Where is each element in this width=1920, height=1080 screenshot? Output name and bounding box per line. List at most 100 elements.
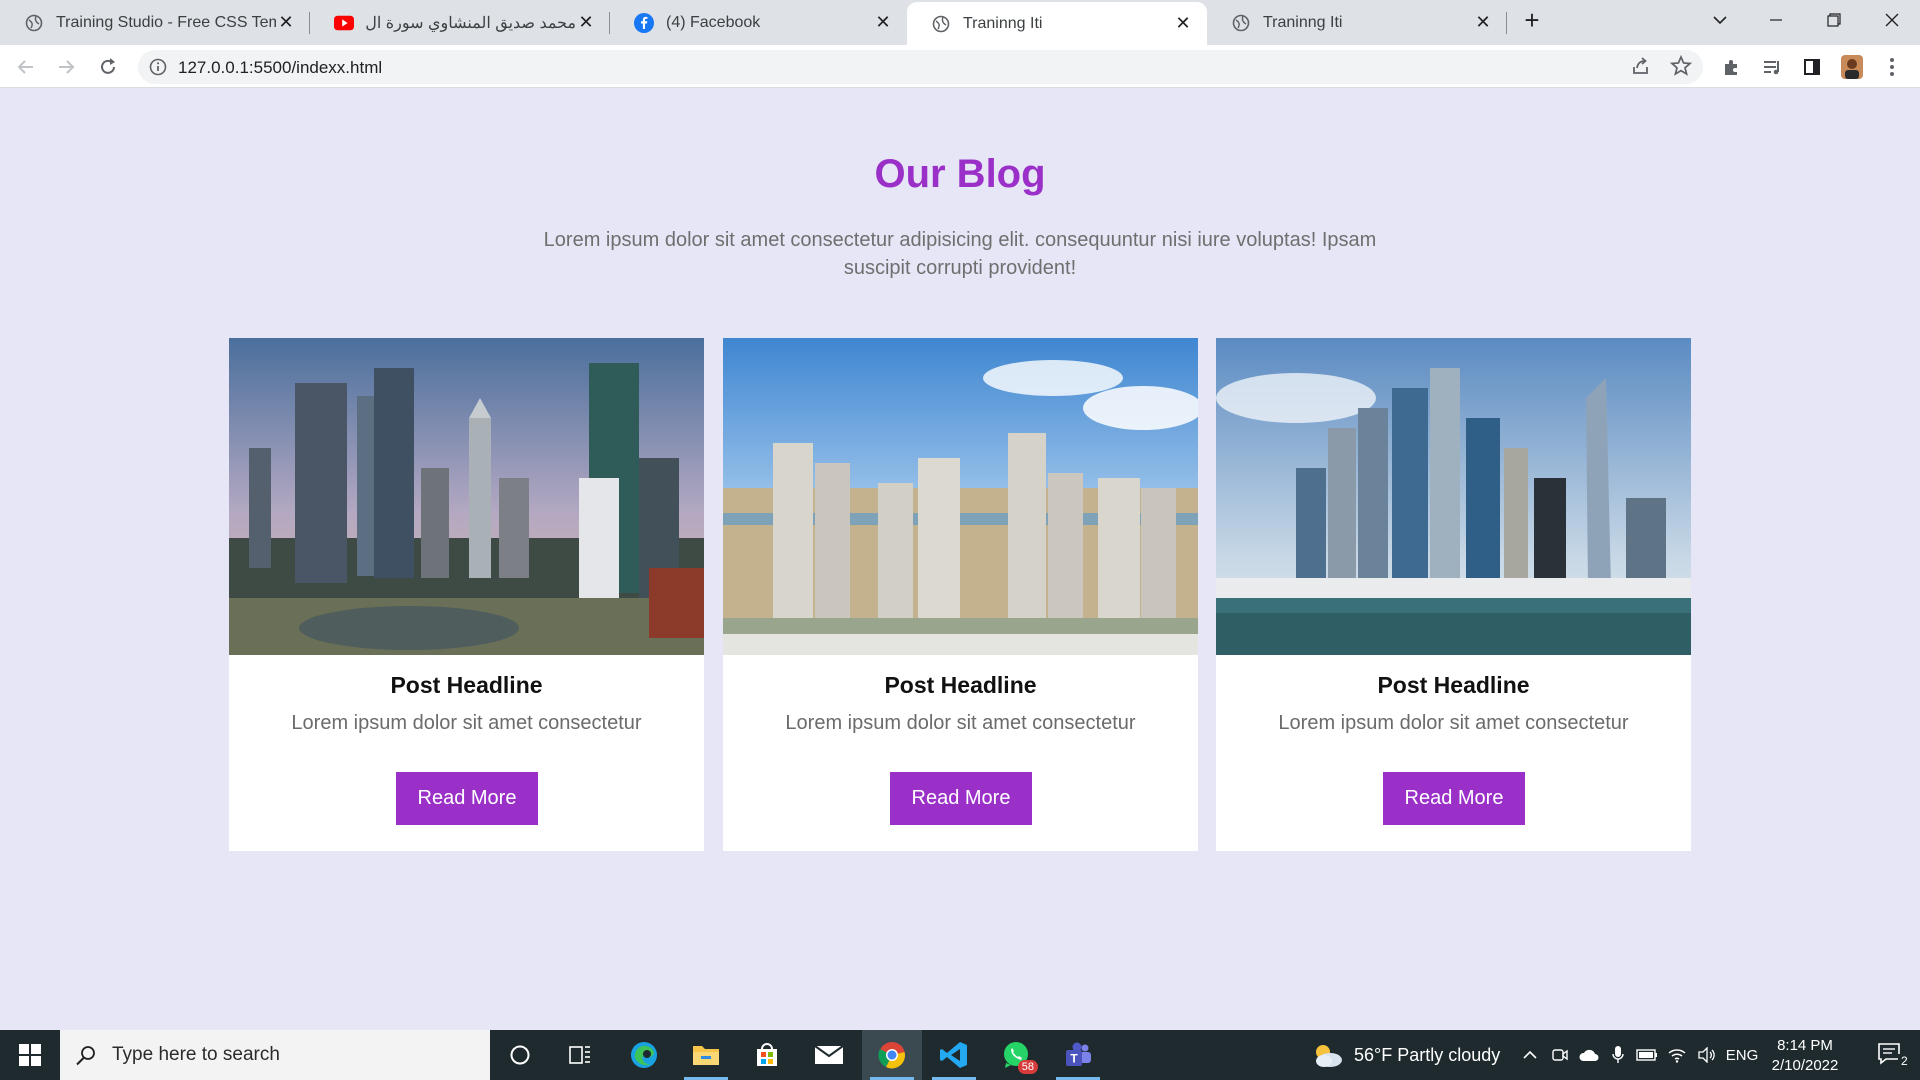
tab-training-studio[interactable]: Training Studio - Free CSS Templ ✕ <box>0 0 310 45</box>
close-icon[interactable]: ✕ <box>576 12 596 33</box>
read-more-button[interactable]: Read More <box>396 772 538 825</box>
arrow-left-icon <box>17 60 33 74</box>
weather-widget[interactable]: 56°F Partly cloudy <box>1310 1030 1500 1080</box>
globe-icon <box>1231 13 1251 33</box>
back-button[interactable] <box>10 51 42 83</box>
chrome-icon[interactable] <box>862 1030 922 1080</box>
vscode-icon[interactable] <box>924 1030 984 1080</box>
url-text[interactable]: 127.0.0.1:5500/indexx.html <box>178 58 382 78</box>
whatsapp-icon[interactable]: 58 <box>986 1030 1046 1080</box>
post-headline: Post Headline <box>1377 672 1530 698</box>
post-headline: Post Headline <box>884 672 1037 698</box>
blog-card: Post Headline Lorem ipsum dolor sit amet… <box>229 338 704 851</box>
extensions-button[interactable] <box>1716 51 1748 83</box>
weather-text: 56°F Partly cloudy <box>1354 1044 1501 1065</box>
reload-icon <box>101 58 115 74</box>
browser-toolbar: 127.0.0.1:5500/indexx.html <box>0 45 1920 88</box>
close-icon[interactable]: ✕ <box>1473 12 1493 33</box>
svg-text:T: T <box>1070 1052 1078 1066</box>
reload-button[interactable] <box>92 51 124 83</box>
clock-date: 2/10/2022 <box>1771 1057 1839 1074</box>
blog-page: Our Blog Lorem ipsum dolor sit amet cons… <box>0 88 1920 1030</box>
store-icon[interactable] <box>737 1030 797 1080</box>
taskbar-search-box[interactable]: Type here to search <box>60 1030 490 1080</box>
task-view-icon[interactable] <box>550 1030 610 1080</box>
tab-search-button[interactable] <box>1692 0 1748 40</box>
tab-youtube[interactable]: محمد صديق المنشاوي سورة ال عمـ ✕ <box>310 0 610 45</box>
browser-tab-strip: Training Studio - Free CSS Templ ✕ محمد … <box>0 0 1920 45</box>
microphone-icon[interactable] <box>1606 1030 1630 1080</box>
notification-count: 2 <box>1898 1054 1911 1068</box>
post-excerpt: Lorem ipsum dolor sit amet consectetur <box>1278 712 1629 734</box>
post-image-marina-skyscrapers <box>1216 338 1691 655</box>
close-icon[interactable]: ✕ <box>1173 13 1193 34</box>
edge-icon[interactable] <box>614 1030 674 1080</box>
onedrive-icon[interactable] <box>1576 1030 1602 1080</box>
arrow-right-icon <box>59 60 75 74</box>
side-panel-button[interactable] <box>1796 51 1828 83</box>
close-window-button[interactable] <box>1864 0 1920 40</box>
file-explorer-icon[interactable] <box>676 1030 736 1080</box>
meet-now-icon[interactable] <box>1548 1030 1572 1080</box>
post-image-city-skyline <box>229 338 704 655</box>
tab-title: (4) Facebook <box>666 13 761 31</box>
post-excerpt: Lorem ipsum dolor sit amet consectetur <box>785 712 1136 734</box>
media-queue-icon <box>1764 61 1779 75</box>
volume-icon[interactable] <box>1694 1030 1720 1080</box>
windows-logo-icon <box>19 1044 41 1066</box>
clock-time: 8:14 PM <box>1777 1037 1833 1054</box>
side-panel-icon <box>1804 59 1820 75</box>
start-button[interactable] <box>0 1030 60 1080</box>
reading-list-button[interactable] <box>1756 51 1788 83</box>
share-icon[interactable] <box>1630 55 1654 79</box>
youtube-icon <box>334 13 354 33</box>
system-clock[interactable]: 8:14 PM 2/10/2022 <box>1760 1036 1850 1076</box>
tab-title: محمد صديق المنشاوي سورة ال عمـ <box>366 14 576 32</box>
info-icon[interactable] <box>148 57 168 77</box>
partly-cloudy-icon <box>1316 1045 1342 1067</box>
language-indicator[interactable]: ENG <box>1722 1030 1762 1080</box>
chevron-down-icon <box>1713 16 1727 25</box>
address-bar[interactable]: 127.0.0.1:5500/indexx.html <box>138 50 1703 84</box>
read-more-button[interactable]: Read More <box>890 772 1032 825</box>
chevron-up-icon[interactable] <box>1516 1030 1544 1080</box>
avatar <box>1841 55 1863 79</box>
post-headline: Post Headline <box>390 672 543 698</box>
puzzle-icon <box>1725 60 1737 75</box>
cortana-icon[interactable] <box>490 1030 550 1080</box>
facebook-icon <box>634 12 654 33</box>
kebab-menu-icon <box>1890 58 1894 76</box>
browser-menu-button[interactable] <box>1876 51 1908 83</box>
blog-card: Post Headline Lorem ipsum dolor sit amet… <box>723 338 1198 851</box>
mail-icon[interactable] <box>799 1030 859 1080</box>
post-image-residential-towers <box>723 338 1198 655</box>
forward-button[interactable] <box>50 51 82 83</box>
globe-icon <box>24 13 44 33</box>
battery-icon[interactable] <box>1634 1030 1660 1080</box>
wifi-icon[interactable] <box>1664 1030 1690 1080</box>
search-placeholder: Type here to search <box>112 1044 280 1065</box>
read-more-button[interactable]: Read More <box>1383 772 1525 825</box>
tab-title: Traninng Iti <box>1263 13 1343 31</box>
new-tab-button[interactable]: + <box>1504 0 1560 40</box>
post-excerpt: Lorem ipsum dolor sit amet consectetur <box>291 712 642 734</box>
tab-facebook[interactable]: (4) Facebook ✕ <box>610 0 907 45</box>
notification-center-button[interactable]: 2 <box>1862 1030 1920 1080</box>
tab-title: Training Studio - Free CSS Templ <box>56 13 276 31</box>
notification-badge: 58 <box>1017 1060 1038 1074</box>
page-title: Our Blog <box>874 152 1046 196</box>
close-icon[interactable]: ✕ <box>873 12 893 33</box>
windows-taskbar: Type here to search 58 T 56°F Partly clo… <box>0 1030 1920 1080</box>
bookmark-star-icon[interactable] <box>1669 54 1694 79</box>
minimize-button[interactable] <box>1748 0 1804 40</box>
restore-button[interactable] <box>1806 0 1862 40</box>
tab-title: Traninng Iti <box>963 14 1043 32</box>
close-icon[interactable]: ✕ <box>276 12 296 33</box>
profile-avatar[interactable] <box>1836 51 1868 83</box>
blog-card: Post Headline Lorem ipsum dolor sit amet… <box>1216 338 1691 851</box>
tab-traninng-iti-active[interactable]: Traninng Iti ✕ <box>907 2 1207 45</box>
search-icon <box>76 1046 95 1066</box>
teams-icon[interactable]: T <box>1048 1030 1108 1080</box>
globe-icon <box>931 14 951 34</box>
tab-traninng-iti[interactable]: Traninng Iti ✕ <box>1207 0 1507 45</box>
